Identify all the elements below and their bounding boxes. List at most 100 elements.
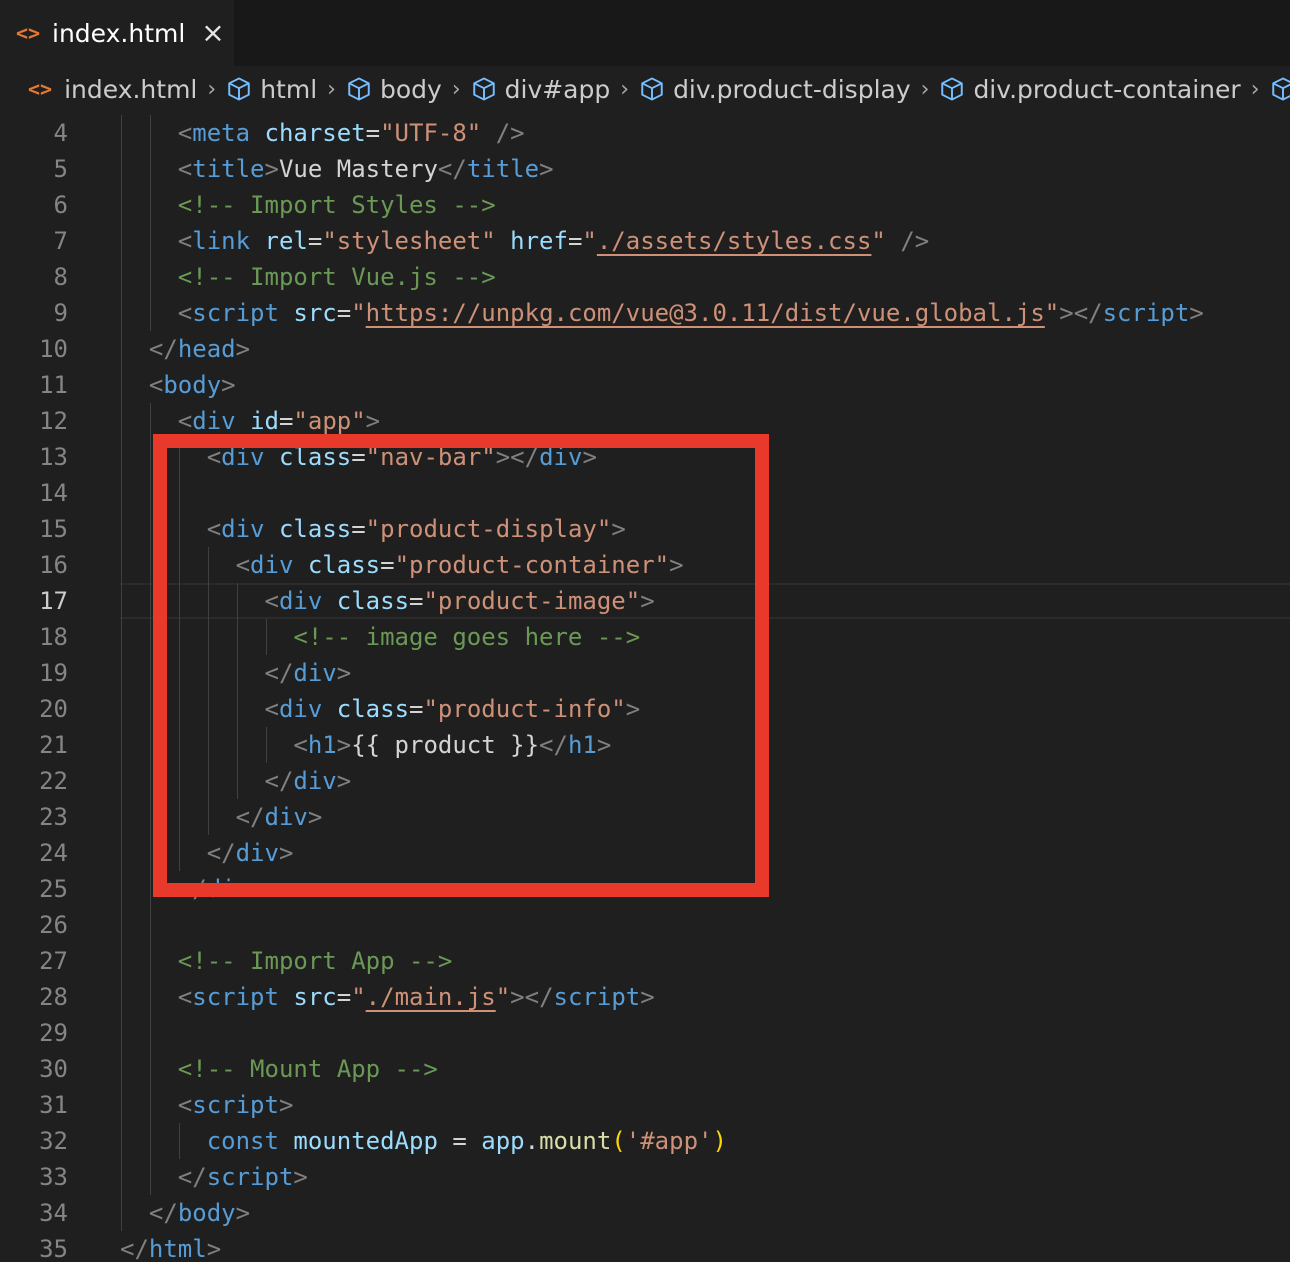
code-token: div xyxy=(293,767,337,795)
code-token: div xyxy=(539,443,583,471)
code-line[interactable]: 21 <h1>{{ product }}</h1> xyxy=(0,727,1290,763)
code-line[interactable]: 13 <div class="nav-bar"></div> xyxy=(0,439,1290,475)
breadcrumb-item[interactable]: div.product-display xyxy=(639,75,911,104)
line-number: 25 xyxy=(39,875,68,903)
code-token: > xyxy=(539,155,554,183)
code-line[interactable]: 24 </div> xyxy=(0,835,1290,871)
code-token: </ xyxy=(177,1163,207,1191)
code-line[interactable]: 18 <!-- image goes here --> xyxy=(0,619,1290,655)
code-token: > xyxy=(221,371,236,399)
code-token: < xyxy=(235,551,251,579)
code-line[interactable]: 16 <div class="product-container"> xyxy=(0,547,1290,583)
code-token: < xyxy=(177,119,193,147)
code-line[interactable]: 17 <div class="product-image"> xyxy=(0,583,1290,619)
code-token: = xyxy=(307,227,323,255)
code-token: ></ xyxy=(510,983,554,1011)
line-number: 32 xyxy=(39,1127,68,1155)
indent-guide xyxy=(266,619,267,655)
code-text: <div class="product-container"> xyxy=(120,547,684,583)
breadcrumb-item[interactable]: div.product-container xyxy=(939,75,1241,104)
code-line[interactable]: 25 </div> xyxy=(0,871,1290,907)
cube-icon xyxy=(939,76,965,102)
line-number: 26 xyxy=(39,911,68,939)
code-token: > xyxy=(582,443,597,471)
code-line[interactable]: 34 </body> xyxy=(0,1195,1290,1231)
tab-index-html[interactable]: <> index.html × xyxy=(0,0,234,66)
code-text: <!-- Import Styles --> xyxy=(120,187,496,223)
line-number: 21 xyxy=(39,731,68,759)
code-line[interactable]: 30 <!-- Mount App --> xyxy=(0,1051,1290,1087)
code-line[interactable]: 5 <title>Vue Mastery</title> xyxy=(0,151,1290,187)
code-line[interactable]: 22 </div> xyxy=(0,763,1290,799)
code-token: </ xyxy=(264,767,294,795)
code-line[interactable]: 26 xyxy=(0,907,1290,943)
code-line[interactable]: 15 <div class="product-display"> xyxy=(0,511,1290,547)
code-token: < xyxy=(177,983,193,1011)
code-line[interactable]: 19 </div> xyxy=(0,655,1290,691)
breadcrumb-label: html xyxy=(260,74,318,104)
code-token: class xyxy=(278,515,352,543)
code-text: <body> xyxy=(120,367,236,403)
line-number: 16 xyxy=(39,551,68,579)
code-line[interactable]: 35 </html> xyxy=(0,1231,1290,1262)
code-token: " xyxy=(1044,299,1060,327)
code-token: ( xyxy=(611,1127,626,1155)
breadcrumb-item[interactable]: body xyxy=(346,75,442,104)
breadcrumb-item[interactable]: html xyxy=(226,75,317,104)
code-token: = xyxy=(336,983,352,1011)
code-line[interactable]: 12 <div id="app"> xyxy=(0,403,1290,439)
code-token: script xyxy=(206,1163,294,1191)
code-line[interactable]: 14 xyxy=(0,475,1290,511)
code-token: </ xyxy=(148,1199,178,1227)
code-line[interactable]: 6 <!-- Import Styles --> xyxy=(0,187,1290,223)
code-token: > xyxy=(278,839,294,867)
code-line[interactable]: 23 </div> xyxy=(0,799,1290,835)
code-editor[interactable]: 4 <meta charset="UTF-8" /> 5 <title>Vue M… xyxy=(0,112,1290,1262)
code-token: </ xyxy=(539,731,568,759)
line-number: 20 xyxy=(39,695,68,723)
code-token: </ xyxy=(148,335,178,363)
code-line[interactable]: 7 <link rel="stylesheet" href="./assets/… xyxy=(0,223,1290,259)
breadcrumb-item[interactable] xyxy=(1270,76,1290,102)
breadcrumb-item[interactable]: <> index.html xyxy=(28,75,197,104)
code-token: https://unpkg.com/vue@3.0.11/dist/vue.gl… xyxy=(365,299,1045,327)
breadcrumb-item[interactable]: div#app xyxy=(471,75,610,104)
code-token: div xyxy=(221,515,265,543)
code-token: > xyxy=(336,767,352,795)
code-line[interactable]: 28 <script src="./main.js"></script> xyxy=(0,979,1290,1015)
code-line[interactable]: 10 </head> xyxy=(0,331,1290,367)
code-token: > xyxy=(336,731,352,759)
code-line[interactable]: 20 <div class="product-info"> xyxy=(0,691,1290,727)
code-line[interactable]: 33 </script> xyxy=(0,1159,1290,1195)
code-token: " xyxy=(495,983,511,1011)
breadcrumb: <> index.html › html › body › div#app › div.produ… xyxy=(0,66,1290,112)
code-text: <div class="product-image"> xyxy=(120,583,655,619)
code-line[interactable]: 29 xyxy=(0,1015,1290,1051)
line-number: 17 xyxy=(39,587,68,615)
code-token: div xyxy=(221,443,265,471)
indent-guide xyxy=(179,439,180,871)
code-line[interactable]: 9 <script src="https://unpkg.com/vue@3.0… xyxy=(0,295,1290,331)
breadcrumb-label: index.html xyxy=(64,74,198,104)
code-token: > xyxy=(278,1091,294,1119)
code-line[interactable]: 31 <script> xyxy=(0,1087,1290,1123)
close-icon[interactable]: × xyxy=(201,19,224,47)
code-token: Vue Mastery xyxy=(278,155,438,183)
code-text: </div> xyxy=(120,655,352,691)
code-line[interactable]: 11 <body> xyxy=(0,367,1290,403)
breadcrumb-label: div.product-display xyxy=(673,74,911,104)
tab-bar: <> index.html × xyxy=(0,0,1290,66)
code-line[interactable]: 4 <meta charset="UTF-8" /> xyxy=(0,115,1290,151)
code-line[interactable]: 8 <!-- Import Vue.js --> xyxy=(0,259,1290,295)
code-line[interactable]: 32 const mountedApp = app.mount('#app') xyxy=(0,1123,1290,1159)
code-token: > xyxy=(640,587,655,615)
code-token: = xyxy=(365,119,381,147)
code-line[interactable]: 27 <!-- Import App --> xyxy=(0,943,1290,979)
code-token: div xyxy=(278,695,323,723)
code-token: = xyxy=(351,443,366,471)
code-token: charset xyxy=(264,119,366,147)
